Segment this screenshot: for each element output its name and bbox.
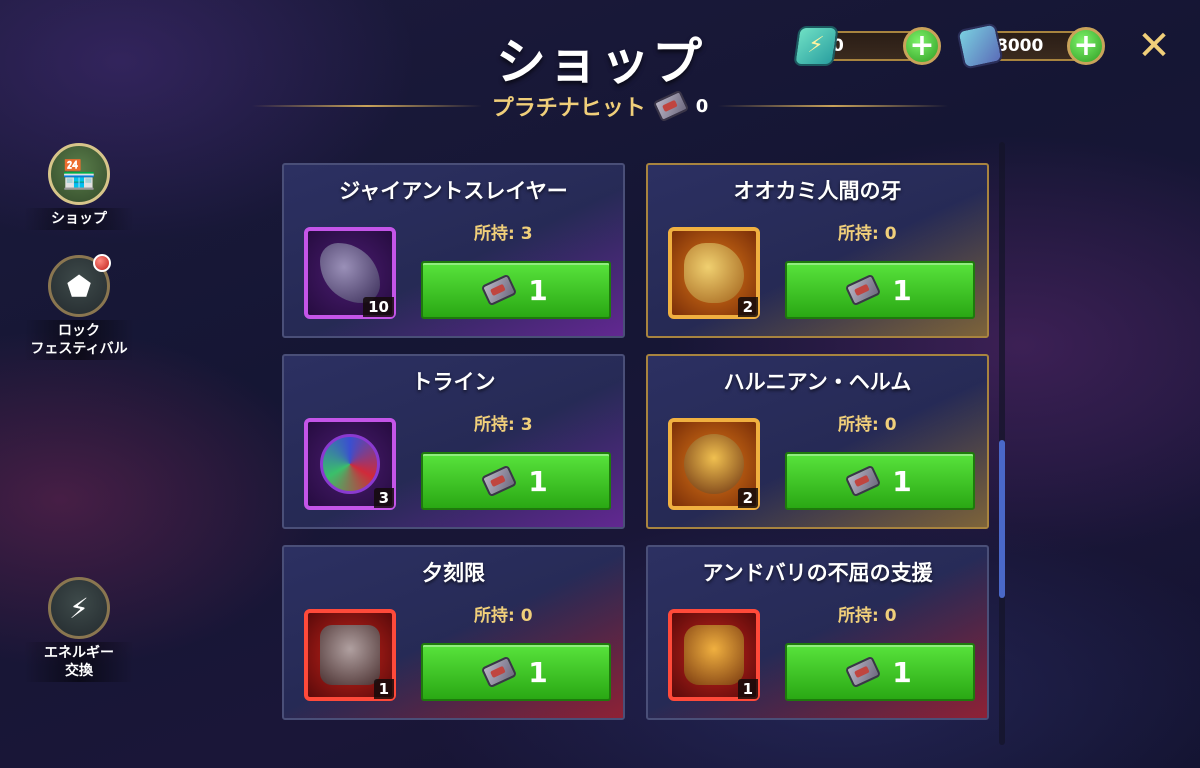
item-name: トライン (411, 370, 496, 394)
scrollbar-thumb[interactable] (999, 440, 1005, 598)
item-quantity: 1 (737, 679, 758, 699)
energy-icon (793, 26, 839, 66)
item-quantity: 2 (737, 297, 758, 317)
item-quantity: 2 (737, 488, 758, 508)
ticket-icon (845, 655, 882, 689)
shop-subtitle: プラチナヒット (491, 96, 646, 121)
item-quantity: 10 (363, 297, 394, 317)
buy-button[interactable]: 1 (785, 643, 975, 701)
sidebar-item-shop[interactable]: 🏪 ショップ (24, 143, 134, 230)
buy-button[interactable]: 1 (785, 261, 975, 319)
ticket-count: 0 (695, 95, 709, 117)
ticket-icon (652, 89, 689, 123)
horn-item-icon (320, 243, 380, 303)
shop-item-card: 夕刻限 所持: 0 1 1 (282, 545, 625, 720)
orb-item-icon (320, 434, 380, 494)
price: 1 (528, 655, 548, 689)
ticket-icon (481, 273, 518, 307)
item-quantity: 1 (373, 679, 394, 699)
item-icon[interactable]: 2 (668, 418, 760, 510)
item-name: オオカミ人間の牙 (733, 179, 902, 203)
item-icon[interactable]: 1 (304, 609, 396, 701)
ticket-icon (481, 464, 518, 498)
gem-value: 8000 (996, 36, 1044, 56)
fang-item-icon (684, 243, 744, 303)
subtitle-row: プラチナヒット 0 (0, 89, 1200, 123)
item-icon[interactable]: 2 (668, 227, 760, 319)
ticket-icon (845, 273, 882, 307)
sidebar-item-label: ショップ (24, 208, 134, 230)
owned-count: 所持: 0 (838, 415, 897, 435)
gauntlet-item-icon (684, 625, 744, 685)
divider-right (718, 105, 949, 107)
buy-button[interactable]: 1 (421, 261, 611, 319)
price: 1 (528, 464, 548, 498)
price: 1 (528, 273, 548, 307)
shop-icon: 🏪 (48, 143, 110, 205)
gem-icon (956, 22, 1004, 70)
helmet-item-icon (684, 434, 744, 494)
item-quantity: 3 (373, 488, 394, 508)
item-name: 夕刻限 (422, 561, 485, 585)
item-icon[interactable]: 10 (304, 227, 396, 319)
shop-item-card: オオカミ人間の牙 所持: 0 2 1 (646, 163, 989, 338)
add-energy-button[interactable]: + (903, 27, 941, 65)
owned-count: 所持: 3 (474, 224, 533, 244)
item-name: ハルニアン・ヘルム (723, 370, 912, 394)
item-icon[interactable]: 3 (304, 418, 396, 510)
close-icon[interactable]: ✕ (1134, 26, 1174, 66)
add-gems-button[interactable]: + (1067, 27, 1105, 65)
buy-button[interactable]: 1 (785, 452, 975, 510)
axe-item-icon (320, 625, 380, 685)
item-name: ジャイアントスレイヤー (339, 179, 568, 203)
shop-item-card: ハルニアン・ヘルム 所持: 0 2 1 (646, 354, 989, 529)
notification-dot-icon (93, 254, 111, 272)
ticket-icon (481, 655, 518, 689)
energy-exchange-icon: ⚡ (48, 577, 110, 639)
sidebar-item-label: エネルギー 交換 (24, 642, 134, 682)
shop-item-card: トライン 所持: 3 3 1 (282, 354, 625, 529)
owned-count: 所持: 0 (474, 606, 533, 626)
shop-item-card: ジャイアントスレイヤー 所持: 3 10 1 (282, 163, 625, 338)
buy-button[interactable]: 1 (421, 452, 611, 510)
star-badge-icon: ⬟ (48, 254, 111, 317)
divider-left (251, 105, 482, 107)
owned-count: 所持: 0 (838, 224, 897, 244)
sidebar-item-energy-exchange[interactable]: ⚡ エネルギー 交換 (24, 577, 134, 682)
buy-button[interactable]: 1 (421, 643, 611, 701)
owned-count: 所持: 3 (474, 415, 533, 435)
item-name: アンドバリの不屈の支援 (702, 561, 933, 585)
sidebar-item-rock-festival[interactable]: ⬟ ロック フェスティバル (24, 254, 134, 360)
item-icon[interactable]: 1 (668, 609, 760, 701)
price: 1 (892, 655, 912, 689)
ticket-icon (845, 464, 882, 498)
owned-count: 所持: 0 (838, 606, 897, 626)
sidebar-item-label: ロック フェスティバル (24, 320, 134, 360)
shop-item-card: アンドバリの不屈の支援 所持: 0 1 1 (646, 545, 989, 720)
price: 1 (892, 273, 912, 307)
price: 1 (892, 464, 912, 498)
